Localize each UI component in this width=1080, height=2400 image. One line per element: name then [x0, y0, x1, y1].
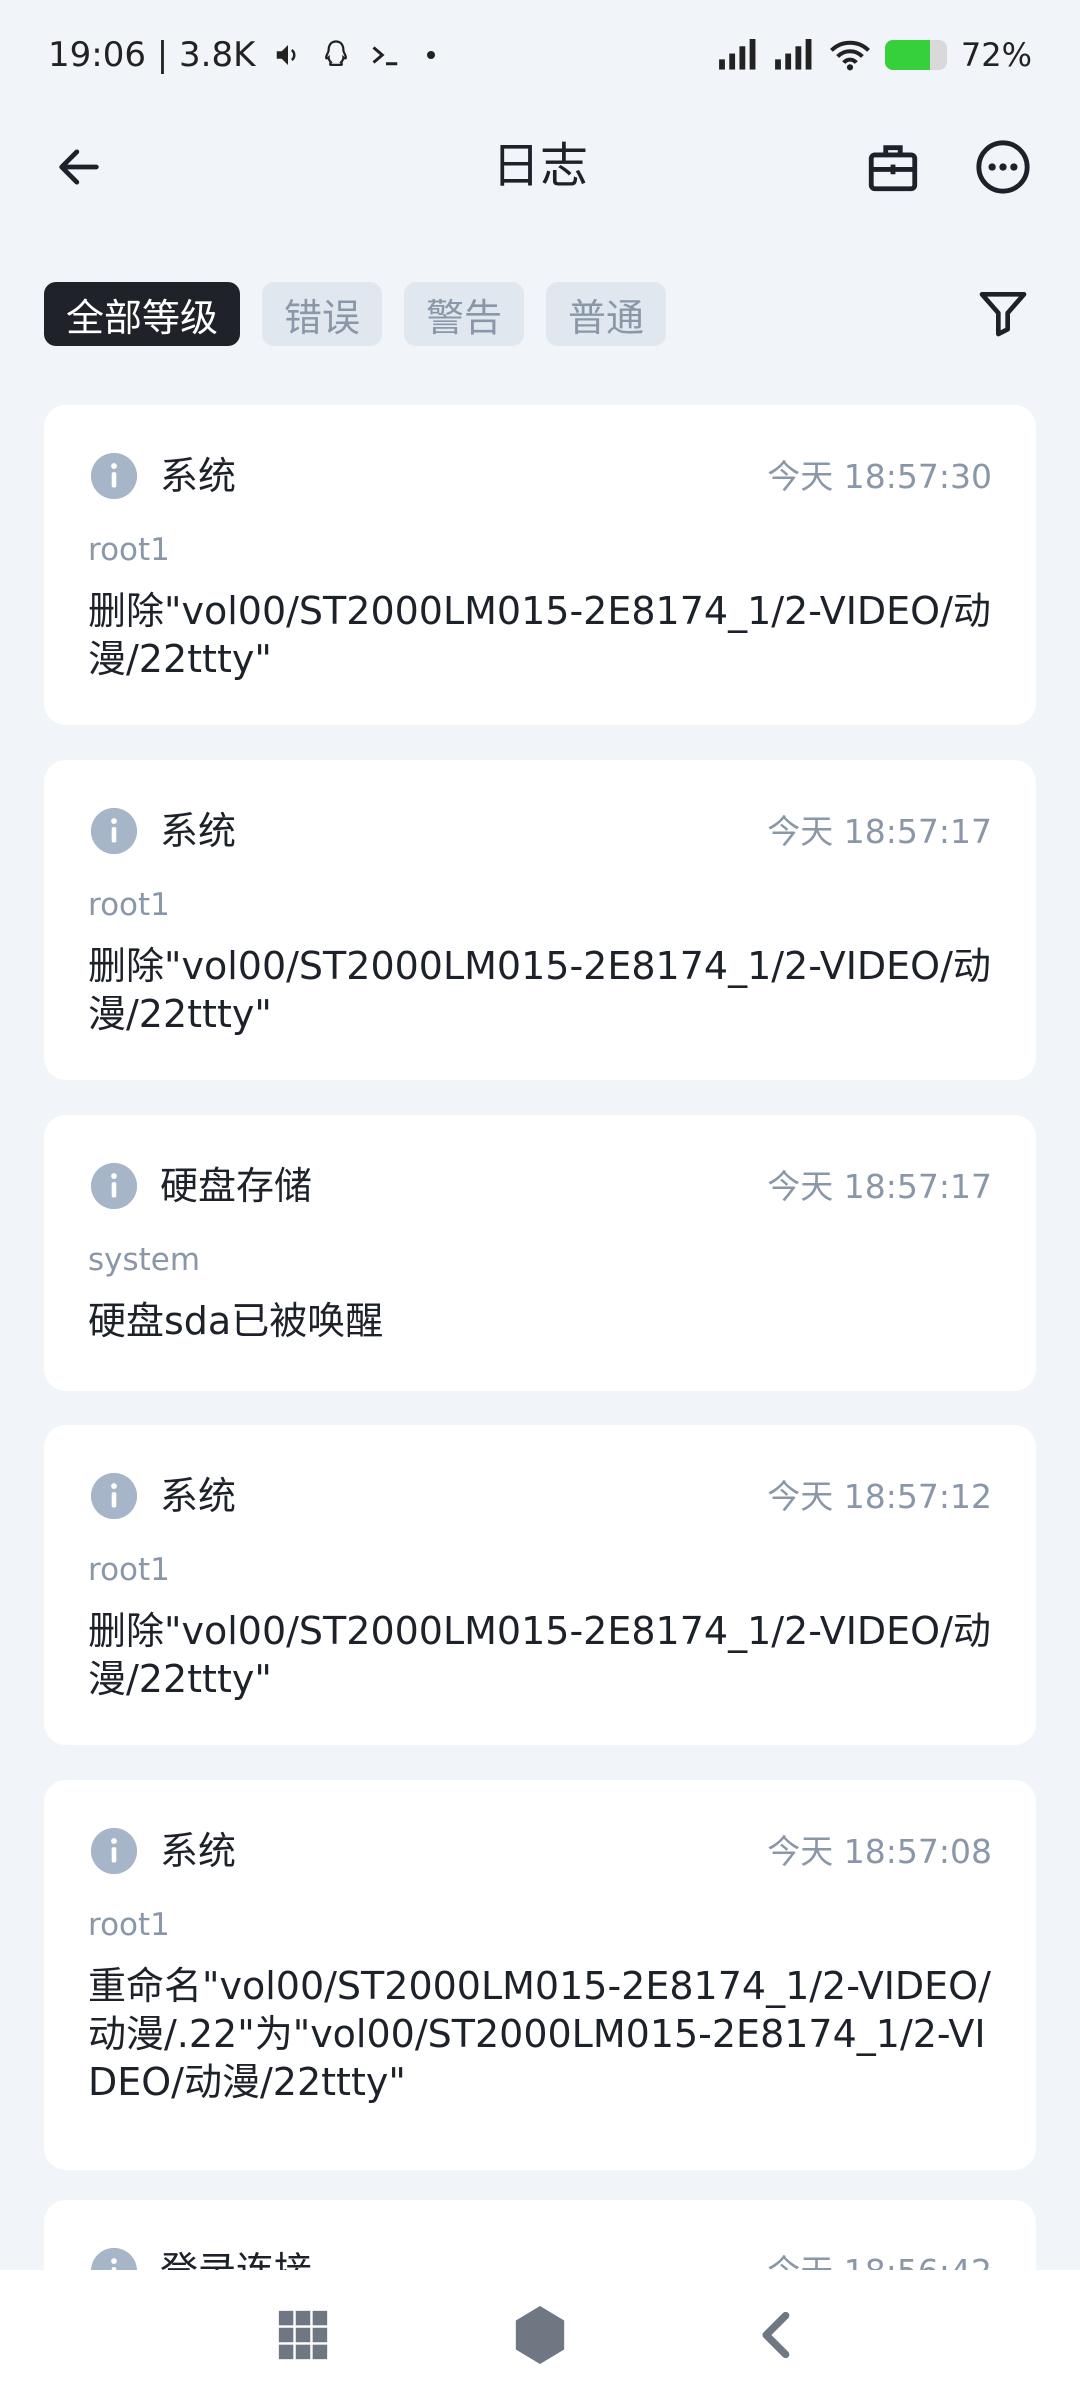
- log-message: 重命名"vol00/ST2000LM015-2E8174_1/2-VIDEO/动…: [88, 1964, 991, 2104]
- header: 日志: [0, 110, 1080, 225]
- info-icon: [91, 453, 137, 499]
- chip-error[interactable]: 错误: [262, 282, 383, 346]
- wifi-icon: [829, 38, 871, 72]
- status-right: 72%: [717, 36, 1032, 74]
- back-chevron-icon: [762, 2311, 790, 2359]
- log-category: 系统: [160, 1829, 237, 1873]
- log-user: root1: [88, 532, 170, 568]
- qq-icon: [321, 39, 351, 71]
- log-time: 今天 18:57:17: [767, 812, 992, 851]
- battery-icon: [884, 40, 947, 70]
- toolbox-icon: [868, 145, 918, 192]
- log-card[interactable]: 系统 今天 18:57:30 root1 删除"vol00/ST2000LM01…: [44, 405, 1036, 725]
- log-message: 删除"vol00/ST2000LM015-2E8174_1/2-VIDEO/动漫…: [88, 944, 991, 1036]
- log-time: 今天 18:57:30: [767, 457, 992, 496]
- log-user: root1: [88, 1907, 170, 1943]
- nav-back-button[interactable]: [732, 2290, 822, 2380]
- apps-button[interactable]: [258, 2290, 348, 2380]
- log-time: 今天 18:57:12: [767, 1477, 992, 1516]
- log-card[interactable]: 系统 今天 18:57:08 root1 重命名"vol00/ST2000LM0…: [44, 1780, 1036, 2170]
- log-time: 今天 18:57:17: [767, 1167, 992, 1206]
- status-left: 19:06 | 3.8K: [48, 35, 441, 75]
- log-message: 硬盘sda已被唤醒: [88, 1299, 384, 1343]
- log-card[interactable]: 登录连接 今天 18:56:42: [44, 2200, 1036, 2270]
- log-category: 系统: [160, 809, 237, 853]
- filter-button[interactable]: [968, 278, 1038, 348]
- home-hexagon-icon: [515, 2306, 565, 2364]
- toolbox-button[interactable]: [858, 132, 928, 202]
- home-button[interactable]: [495, 2290, 585, 2380]
- chip-normal[interactable]: 普通: [546, 282, 667, 346]
- log-category: 系统: [160, 454, 237, 498]
- log-message: 删除"vol00/ST2000LM015-2E8174_1/2-VIDEO/动漫…: [88, 589, 991, 681]
- log-user: root1: [88, 887, 170, 923]
- info-icon: [91, 2248, 137, 2270]
- log-time: 今天 18:56:42: [767, 2250, 992, 2270]
- log-card[interactable]: 系统 今天 18:57:17 root1 删除"vol00/ST2000LM01…: [44, 760, 1036, 1080]
- log-user: root1: [88, 1552, 170, 1588]
- signal-icon: [717, 39, 759, 71]
- log-list[interactable]: 系统 今天 18:57:30 root1 删除"vol00/ST2000LM01…: [44, 405, 1036, 2270]
- log-category: 系统: [160, 1474, 237, 1518]
- log-user: system: [88, 1242, 201, 1278]
- more-button[interactable]: [968, 132, 1038, 202]
- apps-grid-icon: [278, 2310, 328, 2360]
- battery-fill: [884, 40, 930, 70]
- filter-icon: [979, 292, 1027, 337]
- info-icon: [91, 808, 137, 854]
- status-time-speed: 19:06 | 3.8K: [48, 35, 256, 75]
- more-icon: [976, 140, 1030, 194]
- log-category: 硬盘存储: [160, 1164, 313, 1208]
- log-card[interactable]: 硬盘存储 今天 18:57:17 system 硬盘sda已被唤醒: [44, 1115, 1036, 1391]
- battery-percentage: 72%: [960, 36, 1032, 74]
- status-bar: 19:06 | 3.8K 72%: [0, 0, 1080, 110]
- chip-all-levels[interactable]: 全部等级: [44, 282, 241, 346]
- info-icon: [91, 1473, 137, 1519]
- speaker-icon: [273, 40, 303, 70]
- log-message: 删除"vol00/ST2000LM015-2E8174_1/2-VIDEO/动漫…: [88, 1609, 991, 1701]
- log-category: 登录连接: [160, 2246, 312, 2270]
- log-time: 今天 18:57:08: [767, 1832, 992, 1871]
- info-icon: [91, 1828, 137, 1874]
- system-nav-bar: [0, 2270, 1080, 2400]
- info-icon: [91, 1163, 137, 1209]
- dot-icon: [421, 45, 441, 65]
- level-filter-bar: 全部等级 错误 警告 普通: [44, 282, 667, 346]
- terminal-icon: [369, 40, 403, 70]
- log-card[interactable]: 系统 今天 18:57:12 root1 删除"vol00/ST2000LM01…: [44, 1425, 1036, 1745]
- signal-icon: [773, 39, 815, 71]
- chip-warning[interactable]: 警告: [404, 282, 525, 346]
